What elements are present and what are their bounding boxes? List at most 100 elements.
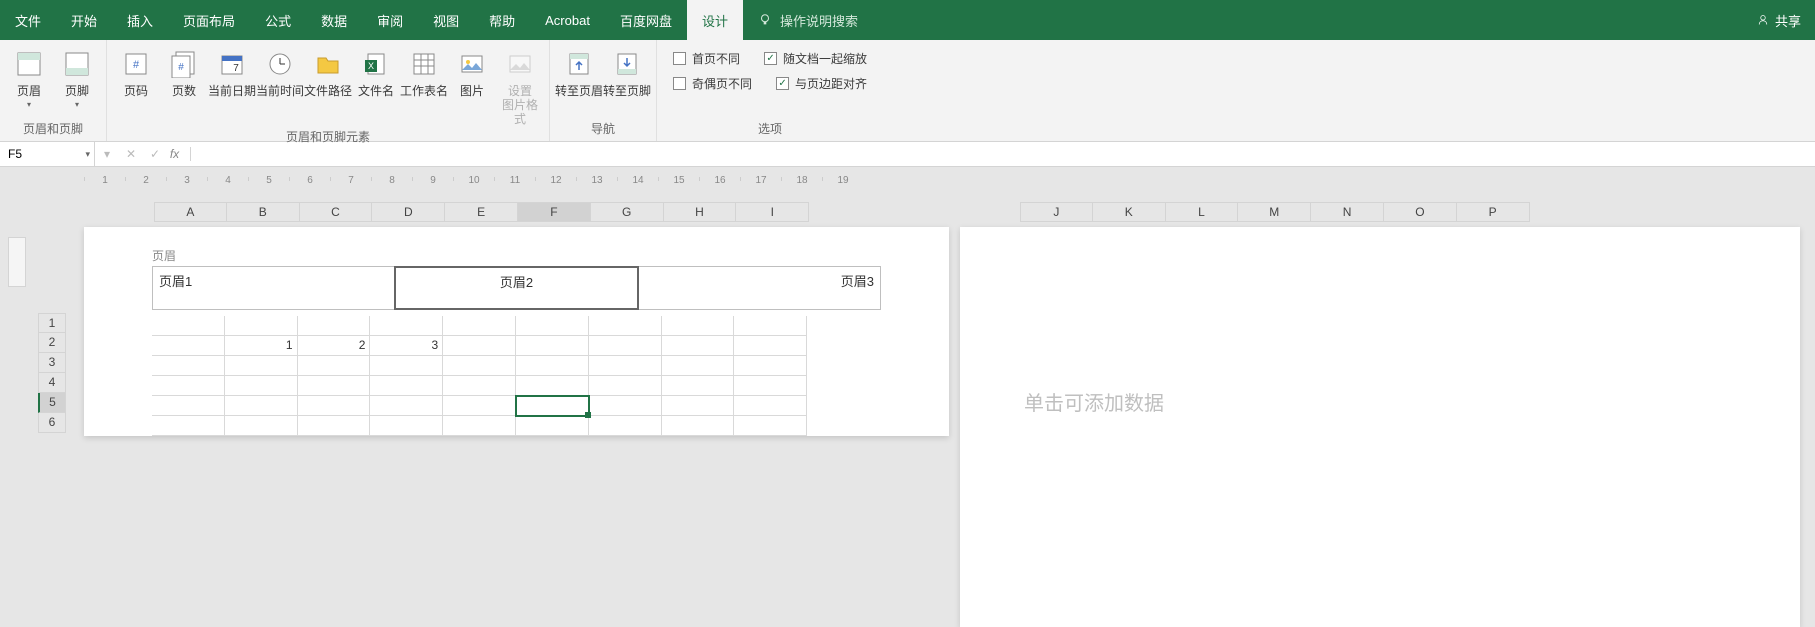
btn-footer[interactable]: 页脚 ▾ (54, 44, 100, 109)
btn-currentdate[interactable]: 7当前日期 (209, 44, 255, 98)
tell-me-search[interactable]: 操作说明搜索 (743, 0, 873, 40)
cell-B1[interactable] (225, 316, 298, 336)
cell-C3[interactable] (298, 356, 371, 376)
col-header-C[interactable]: C (300, 202, 373, 222)
btn-gotofooter[interactable]: 转至页脚 (604, 44, 650, 98)
chk-oddeven[interactable]: 奇偶页不同 (673, 75, 752, 92)
cell-I1[interactable] (734, 316, 807, 336)
cell-A3[interactable] (152, 356, 225, 376)
btn-filepath[interactable]: 文件路径 (305, 44, 351, 98)
cell-G4[interactable] (589, 376, 662, 396)
cell-G5[interactable] (589, 396, 662, 416)
cell-D1[interactable] (370, 316, 443, 336)
cell-G1[interactable] (589, 316, 662, 336)
cell-A5[interactable] (152, 396, 225, 416)
cell-E4[interactable] (443, 376, 516, 396)
cell-C2[interactable]: 2 (298, 336, 371, 356)
cell-G6[interactable] (589, 416, 662, 436)
cell-H5[interactable] (662, 396, 735, 416)
cell-D3[interactable] (370, 356, 443, 376)
cell-A6[interactable] (152, 416, 225, 436)
cell-A4[interactable] (152, 376, 225, 396)
cell-D2[interactable]: 3 (370, 336, 443, 356)
cell-E2[interactable] (443, 336, 516, 356)
cell-H1[interactable] (662, 316, 735, 336)
col-header-D[interactable]: D (372, 202, 445, 222)
cell-A1[interactable] (152, 316, 225, 336)
col-header-J[interactable]: J (1020, 202, 1093, 222)
btn-gotoheader[interactable]: 转至页眉 (556, 44, 602, 98)
cell-B6[interactable] (225, 416, 298, 436)
row-header-6[interactable]: 6 (38, 413, 66, 433)
tab-help[interactable]: 帮助 (474, 0, 530, 40)
cell-F1[interactable] (516, 316, 589, 336)
btn-currenttime[interactable]: 当前时间 (257, 44, 303, 98)
tab-insert[interactable]: 插入 (112, 0, 168, 40)
btn-pagecount[interactable]: #页数 (161, 44, 207, 98)
cell-H3[interactable] (662, 356, 735, 376)
col-header-I[interactable]: I (736, 202, 809, 222)
cell-F6[interactable] (516, 416, 589, 436)
header-right[interactable]: 页眉3 (639, 267, 880, 309)
tab-formulas[interactable]: 公式 (250, 0, 306, 40)
share-button[interactable]: 共享 (1743, 0, 1815, 40)
chk-scalewithdoc[interactable]: ✓随文档一起缩放 (764, 50, 867, 67)
formula-input[interactable] (191, 142, 1815, 166)
header-center[interactable]: 页眉2 (394, 266, 639, 310)
cell-H4[interactable] (662, 376, 735, 396)
cell-D4[interactable] (370, 376, 443, 396)
tab-view[interactable]: 视图 (418, 0, 474, 40)
tab-file[interactable]: 文件 (0, 0, 56, 40)
col-header-P[interactable]: P (1457, 202, 1530, 222)
cell-B4[interactable] (225, 376, 298, 396)
tab-baidu[interactable]: 百度网盘 (605, 0, 687, 40)
tab-review[interactable]: 审阅 (362, 0, 418, 40)
row-header-3[interactable]: 3 (38, 353, 66, 373)
cell-D5[interactable] (370, 396, 443, 416)
fx-icon[interactable]: fx (167, 147, 191, 161)
row-header-5[interactable]: 5 (38, 393, 66, 413)
col-header-K[interactable]: K (1093, 202, 1166, 222)
btn-sheetname[interactable]: 工作表名 (401, 44, 447, 98)
cell-A2[interactable] (152, 336, 225, 356)
cell-C5[interactable] (298, 396, 371, 416)
cell-G2[interactable] (589, 336, 662, 356)
page-2[interactable]: 单击可添加数据 (960, 227, 1800, 627)
col-header-B[interactable]: B (227, 202, 300, 222)
col-header-N[interactable]: N (1311, 202, 1384, 222)
row-header-2[interactable]: 2 (38, 333, 66, 353)
cell-C6[interactable] (298, 416, 371, 436)
row-header-1[interactable]: 1 (38, 313, 66, 333)
btn-header[interactable]: 页眉 ▾ (6, 44, 52, 109)
col-header-O[interactable]: O (1384, 202, 1457, 222)
cell-I4[interactable] (734, 376, 807, 396)
col-header-L[interactable]: L (1166, 202, 1239, 222)
cell-F5[interactable] (516, 396, 589, 416)
cell-I2[interactable] (734, 336, 807, 356)
col-header-H[interactable]: H (664, 202, 737, 222)
cell-B3[interactable] (225, 356, 298, 376)
tab-acrobat[interactable]: Acrobat (530, 0, 605, 40)
cell-C4[interactable] (298, 376, 371, 396)
btn-filename[interactable]: X文件名 (353, 44, 399, 98)
cell-E6[interactable] (443, 416, 516, 436)
col-header-F[interactable]: F (518, 202, 591, 222)
cell-D6[interactable] (370, 416, 443, 436)
row-header-4[interactable]: 4 (38, 373, 66, 393)
tab-home[interactable]: 开始 (56, 0, 112, 40)
cell-G3[interactable] (589, 356, 662, 376)
col-header-E[interactable]: E (445, 202, 518, 222)
col-header-G[interactable]: G (591, 202, 664, 222)
cell-I5[interactable] (734, 396, 807, 416)
cell-F3[interactable] (516, 356, 589, 376)
cell-B5[interactable] (225, 396, 298, 416)
cell-F4[interactable] (516, 376, 589, 396)
cell-E3[interactable] (443, 356, 516, 376)
cell-F2[interactable] (516, 336, 589, 356)
cell-E1[interactable] (443, 316, 516, 336)
col-header-A[interactable]: A (154, 202, 227, 222)
col-header-M[interactable]: M (1238, 202, 1311, 222)
btn-pagenumber[interactable]: #页码 (113, 44, 159, 98)
cell-E5[interactable] (443, 396, 516, 416)
name-box[interactable]: F5 ▾ (0, 142, 95, 166)
